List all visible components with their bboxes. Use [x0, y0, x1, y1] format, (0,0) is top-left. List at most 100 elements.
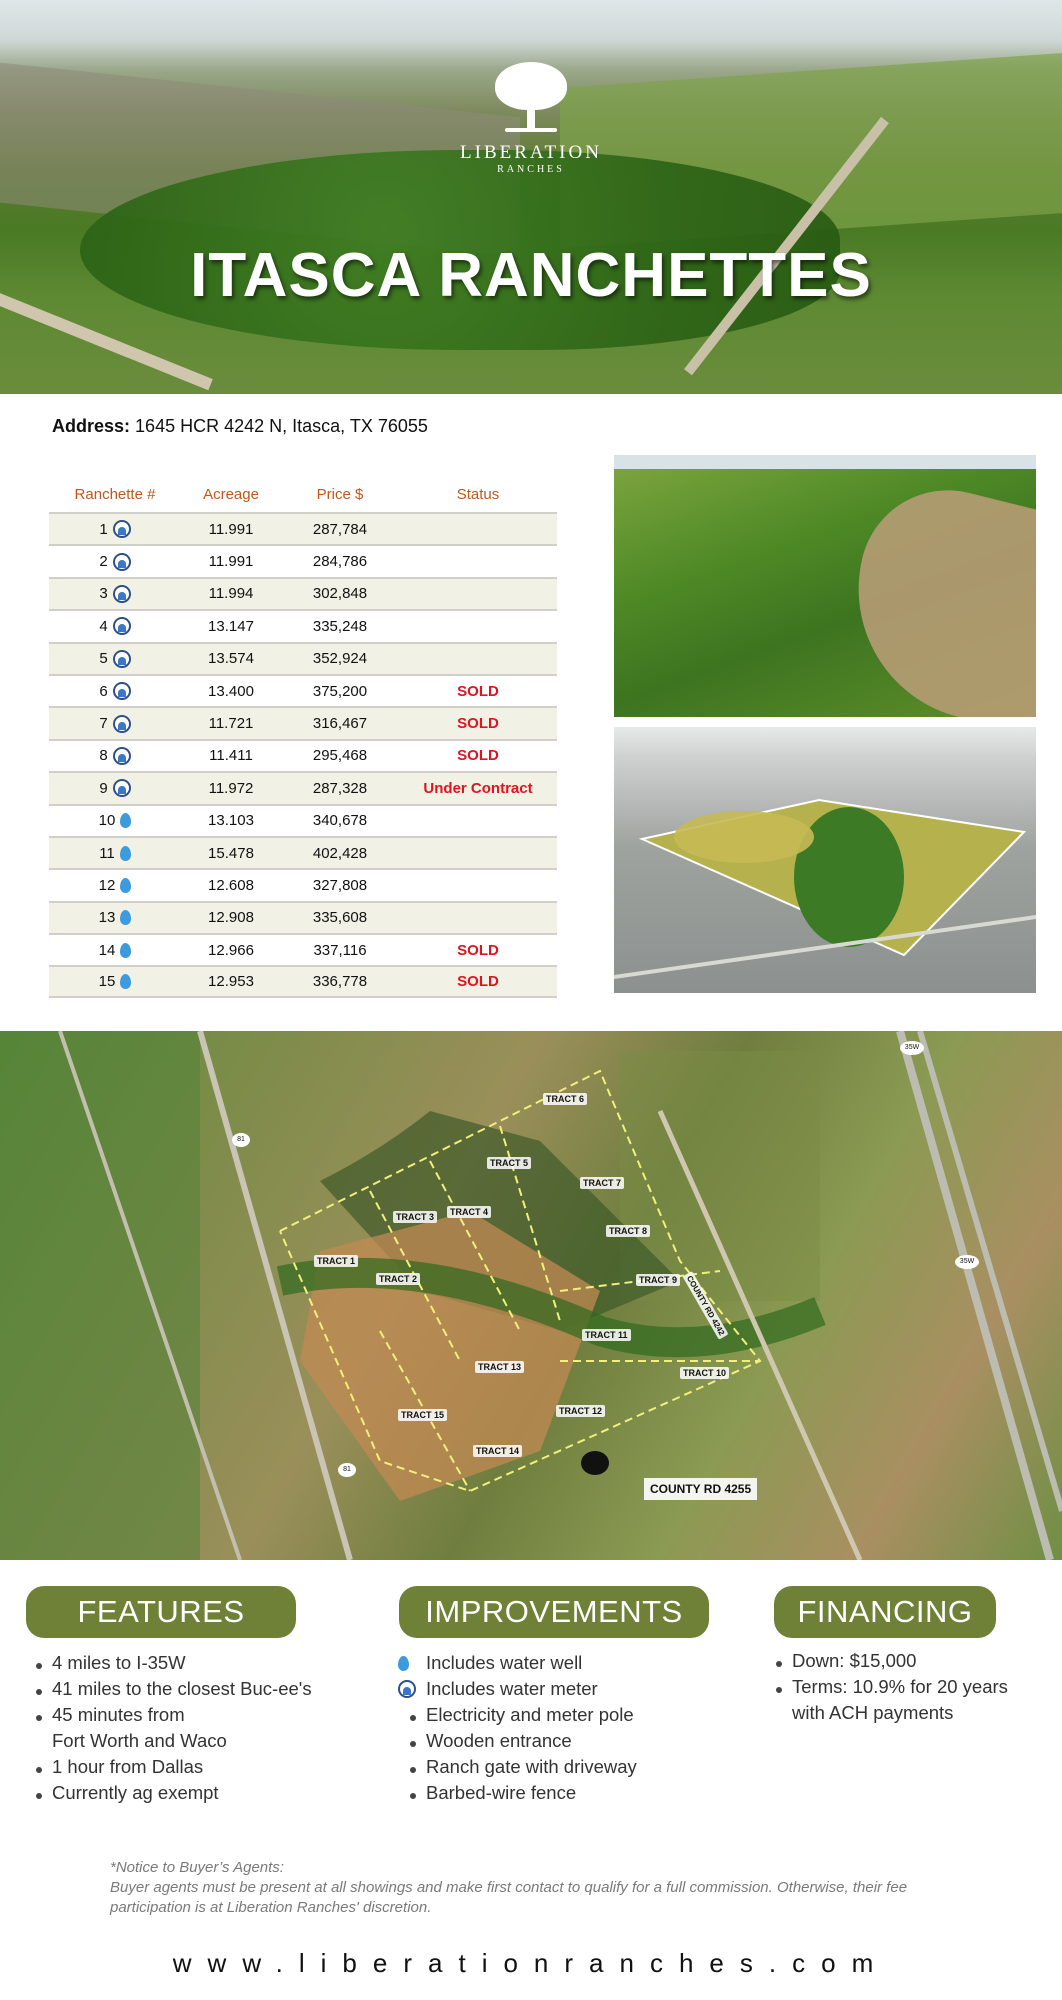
improvement-item: Ranch gate with driveway [398, 1754, 637, 1780]
tract-label: TRACT 15 [398, 1409, 448, 1421]
col-status: Status [456, 485, 500, 503]
brand-logo: LIBERATION RANCHES [430, 62, 632, 175]
water-meter-icon [112, 746, 131, 765]
table-row: 1 11.991 287,784 [49, 512, 557, 545]
ranchette-number: 4 [99, 617, 108, 635]
price-cell: 337,116 [313, 941, 367, 959]
address-label: Address: [52, 416, 131, 436]
improvement-item: Barbed-wire fence [398, 1780, 637, 1806]
acreage-cell: 13.400 [208, 682, 254, 700]
table-row: 9 11.972 287,328 Under Contract [49, 771, 557, 804]
tract-label: TRACT 2 [376, 1273, 420, 1285]
water-drop-icon [120, 910, 132, 926]
price-cell: 302,848 [312, 585, 368, 603]
col-acreage: Acreage [203, 485, 259, 503]
feature-item: Currently ag exempt [32, 1780, 312, 1806]
improvement-item: Electricity and meter pole [398, 1702, 637, 1728]
feature-item: Fort Worth and Waco [52, 1730, 227, 1751]
tract-label: TRACT 8 [606, 1225, 650, 1237]
ranchette-number: 15 [98, 973, 116, 991]
hero-banner: LIBERATION RANCHES ITASCA RANCHETTES [0, 0, 1062, 394]
ranchette-number: 2 [99, 553, 108, 571]
tract-label: TRACT 9 [636, 1274, 680, 1286]
price-cell: 352,924 [312, 650, 368, 668]
tract-label: TRACT 12 [556, 1405, 606, 1417]
ranchette-number: 1 [99, 520, 108, 538]
financing-list: Down: $15,000 Terms: 10.9% for 20 years wi… [772, 1648, 1008, 1726]
table-row: 6 13.400 375,200 SOLD [49, 673, 557, 706]
water-meter-icon [398, 1680, 416, 1698]
tract-label: TRACT 3 [393, 1211, 437, 1223]
water-meter-icon [112, 617, 131, 636]
ranchette-number: 7 [99, 715, 108, 733]
status-badge: SOLD [457, 973, 499, 991]
price-cell: 340,678 [312, 812, 368, 830]
acreage-cell: 11.994 [208, 585, 254, 603]
table-header: Ranchette # Acreage Price $ Status [49, 476, 557, 512]
highway-35w-shield: 35W [955, 1255, 979, 1269]
table-body: 1 11.991 287,784 2 11.991 284,786 3 11.994 302,8… [49, 512, 557, 998]
table-row: 15 12.953 336,778 SOLD [49, 965, 557, 998]
acreage-cell: 12.908 [208, 909, 254, 927]
features-list: 4 miles to I-35W 41 miles to the closest … [32, 1650, 312, 1806]
col-price: Price $ [316, 485, 364, 503]
website-link[interactable]: www.liberationranches.com [0, 1948, 1062, 1979]
table-row: 5 13.574 352,924 [49, 641, 557, 674]
status-badge: SOLD [457, 941, 499, 959]
financing-item: with ACH payments [792, 1702, 954, 1723]
highway-81-shield: 81 [338, 1463, 356, 1477]
ranchette-table: Ranchette # Acreage Price $ Status 1 11.9… [49, 476, 557, 998]
improvement-item: Wooden entrance [398, 1728, 637, 1754]
highway-81-shield: 81 [232, 1133, 250, 1147]
price-cell: 335,248 [312, 617, 368, 635]
feature-item: 45 minutes from [32, 1702, 312, 1728]
property-outline-photo [614, 727, 1036, 993]
tract-label: TRACT 7 [580, 1177, 624, 1189]
buyer-agent-notice: *Notice to Buyer’s Agents: Buyer agents … [110, 1858, 930, 1918]
tract-label: TRACT 10 [680, 1367, 730, 1379]
tract-label: TRACT 5 [487, 1157, 531, 1169]
tract-label: TRACT 13 [475, 1361, 525, 1373]
water-meter-icon [112, 682, 131, 701]
water-meter-icon [112, 649, 131, 668]
logo-name: LIBERATION [460, 142, 602, 163]
table-row: 13 12.908 335,608 [49, 900, 557, 934]
water-meter-icon [112, 779, 131, 798]
status-badge: SOLD [457, 715, 499, 733]
price-cell: 336,778 [312, 973, 368, 991]
table-row: 4 13.147 335,248 [49, 609, 557, 641]
table-row: 7 11.721 316,467 SOLD [49, 706, 557, 739]
page-title: ITASCA RANCHETTES [190, 241, 872, 310]
ranchette-number: 13 [98, 909, 116, 927]
price-cell: 327,808 [312, 876, 368, 894]
acreage-cell: 11.991 [208, 520, 254, 538]
improvements-list: Includes water well Includes water meter E… [398, 1650, 637, 1806]
ranchette-number: 9 [99, 779, 108, 797]
water-drop-icon [120, 877, 132, 893]
ranchette-number: 6 [99, 682, 108, 700]
feature-item: 41 miles to the closest Buc-ee's [32, 1676, 312, 1702]
ranchette-number: 3 [99, 585, 108, 603]
col-ranchette: Ranchette # [74, 485, 156, 503]
water-drop-icon [120, 942, 132, 958]
acreage-cell: 11.721 [208, 715, 254, 733]
acreage-cell: 11.411 [209, 747, 253, 765]
acreage-cell: 13.147 [208, 617, 254, 635]
price-cell: 316,467 [312, 715, 368, 733]
logo-sub: RANCHES [497, 164, 565, 175]
ranchette-number: 11 [99, 844, 115, 862]
address: Address: 1645 HCR 4242 N, Itasca, TX 760… [52, 416, 428, 437]
acreage-cell: 13.103 [208, 812, 254, 830]
table-row: 10 13.103 340,678 [49, 803, 557, 836]
acreage-cell: 12.966 [208, 941, 254, 959]
ranchette-number: 10 [98, 812, 116, 830]
table-row: 11 15.478 402,428 [49, 835, 557, 869]
acreage-cell: 11.972 [208, 779, 254, 797]
improvements-heading: IMPROVEMENTS [399, 1586, 709, 1638]
acreage-cell: 12.953 [208, 973, 254, 991]
status-badge: Under Contract [423, 779, 533, 797]
water-drop-icon [119, 845, 131, 861]
water-drop-icon [120, 813, 132, 829]
price-cell: 284,786 [312, 553, 368, 571]
water-meter-icon [112, 714, 131, 733]
